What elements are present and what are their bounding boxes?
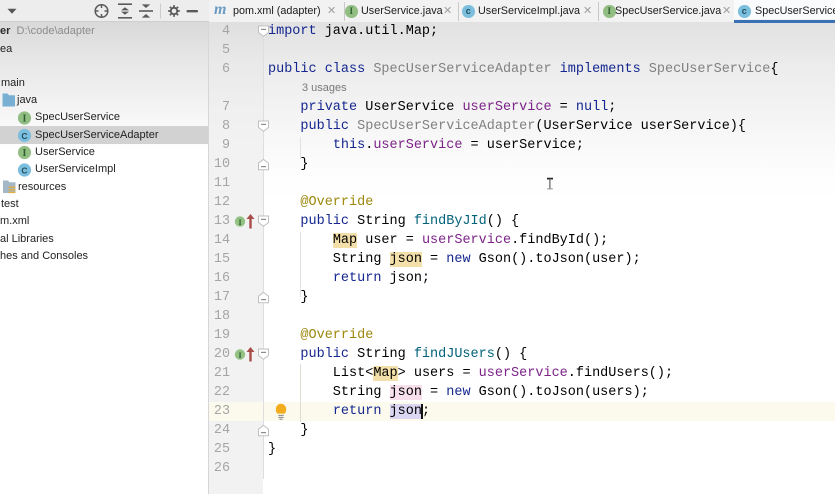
svg-text:C: C <box>21 131 27 141</box>
svg-text:C: C <box>21 166 27 176</box>
svg-text:I: I <box>23 114 27 125</box>
svg-text:I: I <box>23 148 27 159</box>
svg-text:I: I <box>238 351 241 360</box>
svg-text:I: I <box>238 218 241 227</box>
